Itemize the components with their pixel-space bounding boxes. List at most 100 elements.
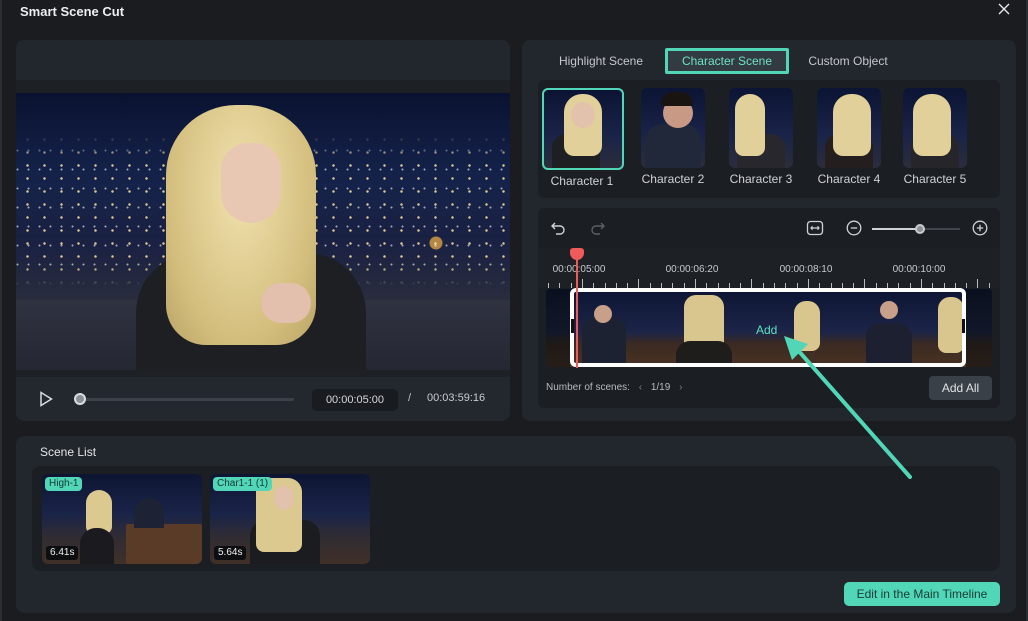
ruler-tick xyxy=(717,283,719,288)
ruler-tick xyxy=(909,283,911,288)
ruler-tick xyxy=(604,283,606,288)
ruler-tick xyxy=(875,283,877,288)
character-thumbnail xyxy=(817,88,881,168)
zoom-slider-handle[interactable] xyxy=(915,224,926,234)
ruler-tick xyxy=(740,283,742,288)
playhead[interactable] xyxy=(570,248,584,368)
seek-handle[interactable] xyxy=(74,393,87,405)
edit-in-main-timeline-button[interactable]: Edit in the Main Timeline xyxy=(844,582,1000,606)
ruler-tick xyxy=(966,283,968,288)
time-separator: / xyxy=(408,392,412,404)
scene-item[interactable]: Char1-1 (1) 5.64s xyxy=(210,474,370,564)
character-item-4[interactable]: Character 4 xyxy=(809,88,889,186)
tab-custom-object[interactable]: Custom Object xyxy=(802,48,894,74)
timeline-zoom-slider[interactable] xyxy=(872,224,960,234)
total-duration: 00:03:59:16 xyxy=(427,392,486,404)
zoom-slider-fill xyxy=(872,228,921,230)
character-thumbnail xyxy=(903,88,967,168)
ruler-tick xyxy=(887,283,888,288)
ruler-tick xyxy=(807,279,809,288)
fit-to-width-button[interactable] xyxy=(806,219,824,241)
ruler-tick xyxy=(683,283,685,288)
preview-header xyxy=(16,40,510,80)
undo-button[interactable] xyxy=(550,220,566,240)
add-all-button[interactable]: Add All xyxy=(929,376,992,400)
ruler-tick xyxy=(593,283,595,288)
ruler-tick xyxy=(548,283,549,288)
scene-duration: 5.64s xyxy=(214,546,247,560)
play-button[interactable] xyxy=(38,391,54,407)
ruler-tick xyxy=(932,283,934,288)
preview-panel: 00:00:05:00 / 00:03:59:16 xyxy=(16,40,510,421)
scene-duration: 6.41s xyxy=(46,546,79,560)
strip-unselected-right xyxy=(966,289,992,367)
redo-icon xyxy=(591,222,605,235)
ruler-tick xyxy=(559,283,561,288)
ruler-tick xyxy=(819,283,821,288)
character-thumbnail xyxy=(641,88,705,168)
video-preview[interactable] xyxy=(16,93,510,370)
strip-hair xyxy=(938,297,964,353)
character-label: Character 5 xyxy=(903,172,967,186)
ruler-tick xyxy=(751,279,753,288)
ruler-tick xyxy=(694,279,696,288)
scene-item[interactable]: High-1 6.41s xyxy=(42,474,202,564)
strip-figure xyxy=(866,323,912,367)
scene-count-label: Number of scenes: xyxy=(546,382,630,393)
tab-highlight-scene[interactable]: Highlight Scene xyxy=(552,48,650,74)
character-item-3[interactable]: Character 3 xyxy=(721,88,801,186)
fit-to-width-icon xyxy=(806,220,824,236)
strip-unselected-left xyxy=(546,289,570,367)
ruler-tick xyxy=(570,283,572,288)
undo-icon xyxy=(551,222,565,235)
redo-button[interactable] xyxy=(590,220,606,240)
ruler-tick xyxy=(943,283,945,288)
time-ruler[interactable]: 00:00:05:00 00:00:06:20 00:00:08:10 00:0… xyxy=(538,248,1000,288)
person-hands xyxy=(261,283,311,323)
playback-controls: 00:00:05:00 / 00:03:59:16 xyxy=(16,377,510,421)
ruler-tick xyxy=(796,283,798,288)
seek-slider[interactable] xyxy=(74,393,294,405)
strip-face xyxy=(594,305,612,323)
ruler-tick xyxy=(649,283,651,288)
tab-character-scene[interactable]: Character Scene xyxy=(665,48,789,74)
add-scene-button[interactable]: Add xyxy=(756,323,777,337)
zoom-in-icon xyxy=(972,220,988,236)
ruler-label: 00:00:05:00 xyxy=(552,264,606,275)
zoom-out-icon xyxy=(846,220,862,236)
character-label: Character 4 xyxy=(817,172,881,186)
character-label: Character 3 xyxy=(729,172,793,186)
close-icon xyxy=(998,3,1010,15)
ruler-tick xyxy=(841,283,843,288)
strip-figure xyxy=(582,317,626,367)
ruler-tick xyxy=(853,283,855,288)
zoom-out-button[interactable] xyxy=(846,220,862,240)
ruler-tick xyxy=(977,279,979,288)
scene-list-title: Scene List xyxy=(40,445,97,459)
previous-scene-button[interactable]: ‹ xyxy=(639,382,642,393)
ruler-tick xyxy=(920,279,922,288)
character-item-5[interactable]: Character 5 xyxy=(895,88,975,186)
scene-thumb-desk xyxy=(126,524,202,564)
character-label: Character 1 xyxy=(550,174,614,188)
next-scene-button[interactable]: › xyxy=(679,382,682,393)
zoom-in-button[interactable] xyxy=(972,220,988,240)
scene-index: 1/19 xyxy=(650,382,671,393)
character-item-2[interactable]: Character 2 xyxy=(633,88,713,186)
scene-counter: Number of scenes: ‹ 1/19 › xyxy=(546,382,688,393)
scene-detection-panel: Highlight Scene Character Scene Custom O… xyxy=(522,40,1016,421)
scene-type-tabs: Highlight Scene Character Scene Custom O… xyxy=(522,48,1016,74)
ruler-label: 00:00:06:20 xyxy=(665,264,719,275)
current-time-field[interactable]: 00:00:05:00 xyxy=(312,389,398,411)
play-icon xyxy=(40,391,53,407)
dialog-title: Smart Scene Cut xyxy=(20,4,125,19)
scene-thumb-figure xyxy=(134,498,164,528)
ruler-tick xyxy=(706,283,708,288)
close-button[interactable] xyxy=(996,2,1012,18)
character-item-1[interactable]: Character 1 xyxy=(542,88,624,188)
ruler-tick xyxy=(898,283,900,288)
ruler-tick xyxy=(638,279,640,288)
character-label: Character 2 xyxy=(641,172,705,186)
scene-thumb-figure xyxy=(80,528,114,564)
scene-thumb-face xyxy=(274,486,294,510)
